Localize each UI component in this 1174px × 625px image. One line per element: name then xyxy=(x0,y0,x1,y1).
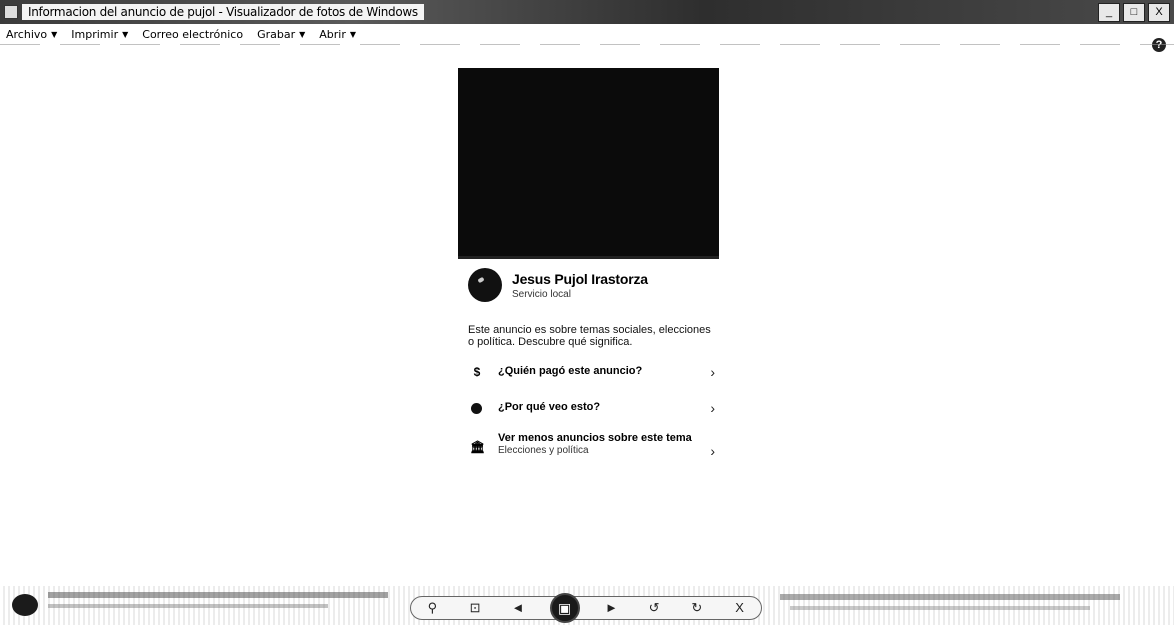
title-bar: Informacion del anuncio de pujol - Visua… xyxy=(0,0,1174,24)
page-name[interactable]: Jesus Pujol Irastorza xyxy=(512,271,648,287)
option-label: ¿Quién pagó este anuncio? xyxy=(498,365,643,377)
menu-imprimir[interactable]: Imprimir ▼ xyxy=(71,28,128,41)
info-dot-icon xyxy=(471,403,482,414)
menu-correo[interactable]: Correo electrónico xyxy=(142,28,243,41)
start-orb-icon[interactable] xyxy=(12,594,38,616)
slideshow-button[interactable]: ▣ xyxy=(549,593,580,623)
page-category: Servicio local xyxy=(512,288,571,300)
menu-label: Imprimir xyxy=(71,27,119,41)
minimize-button[interactable]: _ xyxy=(1098,3,1120,22)
chevron-right-icon: › xyxy=(710,364,715,380)
page-header[interactable]: Jesus Pujol Irastorza Servicio local xyxy=(468,268,648,302)
zoom-icon[interactable]: ⚲ xyxy=(421,599,443,617)
menu-label: Correo electrónico xyxy=(142,27,244,41)
avatar[interactable] xyxy=(468,268,502,302)
chevron-right-icon: › xyxy=(710,400,715,416)
ad-image xyxy=(458,68,719,259)
noise-strip xyxy=(790,606,1090,610)
maximize-button[interactable]: □ xyxy=(1123,3,1145,22)
noise-strip xyxy=(48,592,388,598)
option-who-paid[interactable]: $ ¿Quién pagó este anuncio? › xyxy=(470,365,715,379)
window-controls: _ □ X xyxy=(1098,3,1170,22)
chevron-right-icon: › xyxy=(710,443,715,459)
menu-abrir[interactable]: Abrir ▼ xyxy=(319,28,356,41)
rotate-ccw-icon[interactable]: ↺ xyxy=(643,599,665,617)
help-icon[interactable]: ? xyxy=(1152,38,1166,52)
caret-down-icon: ▼ xyxy=(349,29,357,39)
dollar-icon: $ xyxy=(473,365,481,379)
viewer-toolbar: ⚲ ⊡ ◄ ▣ ► ↺ ↻ X xyxy=(0,586,1174,625)
menu-grabar[interactable]: Grabar ▼ xyxy=(257,28,305,41)
previous-icon[interactable]: ◄ xyxy=(507,599,529,617)
option-why-seeing[interactable]: ¿Por qué veo esto? › xyxy=(470,401,715,415)
close-button[interactable]: X xyxy=(1148,3,1170,22)
caret-down-icon: ▼ xyxy=(299,29,306,39)
menu-archivo[interactable]: Archivo ▼ xyxy=(6,28,57,41)
noise-strip xyxy=(780,594,1120,600)
window-title: Informacion del anuncio de pujol - Visua… xyxy=(22,4,424,20)
institution-icon: 🏛 xyxy=(470,440,486,454)
option-label: Ver menos anuncios sobre este tema xyxy=(498,432,692,444)
caret-down-icon: ▼ xyxy=(122,29,129,39)
option-label: ¿Por qué veo esto? xyxy=(498,401,601,413)
divider xyxy=(0,44,1174,45)
menu-bar: Archivo ▼ Imprimir ▼ Correo electrónico … xyxy=(0,26,1174,42)
app-icon xyxy=(4,5,18,19)
ad-card: Jesus Pujol Irastorza Servicio local Est… xyxy=(458,68,720,488)
option-see-fewer[interactable]: 🏛 Ver menos anuncios sobre este tema Ele… xyxy=(470,432,715,458)
next-icon[interactable]: ► xyxy=(600,599,622,617)
menu-label: Grabar xyxy=(257,27,296,41)
playback-controls: ⚲ ⊡ ◄ ▣ ► ↺ ↻ X xyxy=(410,593,762,623)
rotate-cw-icon[interactable]: ↻ xyxy=(686,599,708,617)
noise-strip xyxy=(48,604,328,608)
menu-label: Abrir xyxy=(319,27,346,41)
political-disclaimer[interactable]: Este anuncio es sobre temas sociales, el… xyxy=(468,324,716,348)
actual-size-icon[interactable]: ⊡ xyxy=(464,599,486,617)
caret-down-icon: ▼ xyxy=(51,29,58,39)
delete-icon[interactable]: X xyxy=(729,599,751,617)
menu-label: Archivo xyxy=(6,27,48,41)
option-sublabel: Elecciones y política xyxy=(498,445,589,456)
